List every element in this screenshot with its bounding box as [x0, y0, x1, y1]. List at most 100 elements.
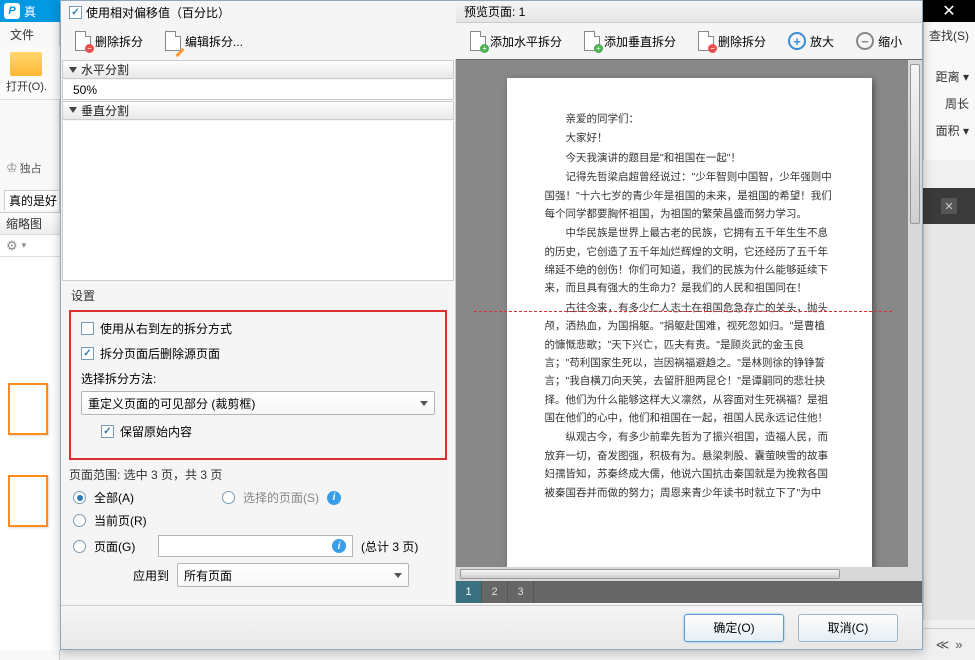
edit-split-button[interactable]: 编辑拆分...	[159, 28, 249, 54]
split-method-combo[interactable]: 重定义页面的可见部分 (裁剪框)	[81, 391, 435, 415]
delete-split-label: 删除拆分	[95, 33, 143, 50]
collapse-icon	[69, 67, 77, 73]
method-label: 选择拆分方法:	[81, 370, 156, 387]
apply-to-value: 所有页面	[184, 567, 232, 584]
folder-icon	[10, 52, 42, 76]
right-item-perimeter[interactable]: 周长	[924, 90, 975, 117]
page-tab-1[interactable]: 1	[456, 581, 482, 603]
radio-pages[interactable]	[73, 540, 86, 553]
split-pages-dialog: ✓ 使用相对偏移值（百分比） − 删除拆分 编辑拆分... 预览页面: 1 + …	[60, 0, 923, 650]
checkbox-rtl[interactable]	[81, 322, 94, 335]
ok-button[interactable]: 确定(O)	[684, 614, 784, 642]
zoom-in-label: 放大	[810, 33, 834, 50]
dialog-footer: 确定(O) 取消(C)	[61, 605, 922, 649]
document-icon: −	[698, 31, 714, 51]
radio-all[interactable]	[73, 491, 86, 504]
horizontal-split-header[interactable]: 水平分割	[62, 60, 454, 79]
radio-current-label: 当前页(R)	[94, 512, 147, 529]
right-item-distance[interactable]: 距离 ▾	[924, 63, 975, 90]
document-tab[interactable]: 真的是好	[4, 190, 60, 210]
thumbnail-panel: 缩略图 ⚙ ▾	[0, 212, 60, 650]
apply-to-label: 应用到	[133, 567, 169, 584]
doc-line: 中华民族是世界上最古老的民族，它拥有五千年生生不息的历史，它创造了五千年灿烂辉煌…	[545, 224, 834, 298]
right-gray-area	[923, 224, 975, 620]
delete-source-row[interactable]: ✓ 拆分页面后删除源页面	[81, 345, 435, 362]
horizontal-scrollbar[interactable]	[456, 567, 922, 581]
delete-split-button-2[interactable]: − 删除拆分	[692, 28, 772, 54]
chevron-down-icon[interactable]: ▾	[22, 240, 27, 251]
thumbnail-1[interactable]	[8, 383, 48, 435]
window-close-button[interactable]: ✕	[923, 0, 975, 22]
chevrons-icon-2[interactable]: »	[955, 637, 962, 652]
info-icon[interactable]: i	[332, 539, 346, 553]
radio-current[interactable]	[73, 514, 86, 527]
h-split-header-label: 水平分割	[81, 61, 129, 78]
add-vertical-split-button[interactable]: + 添加垂直拆分	[578, 28, 682, 54]
app-title-text: 真	[24, 3, 36, 20]
preview-title: 预览页面: 1	[456, 1, 922, 23]
page-tab-3[interactable]: 3	[508, 581, 534, 603]
page-tab-2[interactable]: 2	[482, 581, 508, 603]
delete-source-label: 拆分页面后删除源页面	[100, 345, 220, 362]
delete-split-label-2: 删除拆分	[718, 33, 766, 50]
split-list-empty-area	[62, 121, 454, 281]
collapse-icon	[69, 107, 77, 113]
radio-selected[interactable]	[222, 491, 235, 504]
document-icon: +	[470, 31, 486, 51]
radio-selected-label: 选择的页面(S)	[243, 489, 319, 506]
pages-input[interactable]: i	[158, 535, 353, 557]
right-item-find[interactable]: 查找(S)	[924, 22, 975, 49]
add-horizontal-split-button[interactable]: + 添加水平拆分	[464, 28, 568, 54]
doc-line: 大家好！	[545, 129, 834, 147]
doc-line: 纵观古今，有多少前辈先哲为了振兴祖国，造福人民，而放弃一切，奋发图强，积极有为。…	[545, 428, 834, 502]
keep-original-label: 保留原始内容	[120, 423, 192, 440]
app-logo: P	[4, 3, 20, 19]
add-v-label: 添加垂直拆分	[604, 33, 676, 50]
vertical-scrollbar[interactable]	[908, 60, 922, 567]
page-range-title: 页面范围: 选中 3 页，共 3 页	[69, 466, 447, 483]
preview-viewport[interactable]: 亲爱的同学们： 大家好！ 今天我演讲的题目是"和祖国在一起"！ 记得先哲梁启超曾…	[456, 59, 922, 567]
pages-total-label: (总计 3 页)	[361, 538, 418, 555]
checkbox-delete-source[interactable]: ✓	[81, 347, 94, 360]
right-item-area[interactable]: 面积 ▾	[924, 117, 975, 144]
highlighted-settings-box: 使用从右到左的拆分方式 ✓ 拆分页面后删除源页面 选择拆分方法: 重定义页面的可…	[69, 310, 447, 460]
thumbnail-tools[interactable]: ⚙ ▾	[0, 235, 60, 257]
background-left-panel: P 真 文件 打开(O). ♔ 独占 真的是好 缩略图 ⚙ ▾	[0, 0, 60, 660]
gear-icon[interactable]: ⚙	[6, 238, 18, 254]
zoom-out-button[interactable]: − 缩小	[850, 29, 908, 53]
scroll-thumb[interactable]	[910, 64, 920, 224]
scroll-thumb[interactable]	[460, 569, 840, 579]
doc-line: 今天我演讲的题目是"和祖国在一起"！	[545, 149, 834, 167]
menu-file[interactable]: 文件	[0, 22, 60, 46]
status-bar-fragment: ≪ »	[923, 628, 975, 660]
delete-split-button[interactable]: − 删除拆分	[69, 28, 149, 54]
info-icon[interactable]: i	[327, 491, 341, 505]
thumbnail-2[interactable]	[8, 475, 48, 527]
crown-icon: ♔	[6, 160, 18, 176]
vertical-split-header[interactable]: 垂直分割	[62, 101, 454, 120]
checkbox-relative-offset[interactable]: ✓	[69, 6, 82, 19]
use-relative-offset-row[interactable]: ✓ 使用相对偏移值（百分比）	[61, 1, 456, 23]
zoom-in-button[interactable]: + 放大	[782, 29, 840, 53]
exclusive-mode[interactable]: ♔ 独占	[6, 160, 42, 176]
doc-line: 古往今来，有多少仁人志士在祖国危急存亡的关头，抛头颅，洒热血，为国捐躯。"捐躯赴…	[545, 299, 834, 428]
keep-original-row[interactable]: ✓ 保留原始内容	[101, 423, 435, 440]
chevrons-icon[interactable]: ≪	[936, 637, 950, 653]
right-menu-fragment: 查找(S) 距离 ▾ 周长 面积 ▾	[923, 22, 975, 160]
checkbox-keep-original[interactable]: ✓	[101, 425, 114, 438]
cancel-button[interactable]: 取消(C)	[798, 614, 898, 642]
panel-close-icon[interactable]: ✕	[941, 198, 957, 214]
exclusive-label: 独占	[20, 160, 42, 176]
h-split-value-row[interactable]: 50%	[62, 80, 454, 99]
apply-to-combo[interactable]: 所有页面	[177, 563, 409, 587]
radio-all-label: 全部(A)	[94, 489, 214, 506]
open-button[interactable]: 打开(O).	[6, 52, 47, 94]
zoom-in-icon: +	[788, 32, 806, 50]
rtl-row[interactable]: 使用从右到左的拆分方式	[81, 320, 435, 337]
open-label: 打开(O).	[6, 78, 47, 94]
page-tabs: 1 2 3	[456, 581, 922, 603]
top-right-toolbar: 预览页面: 1 + 添加水平拆分 + 添加垂直拆分 − 删除拆分 + 放大 − …	[456, 1, 922, 59]
v-split-header-label: 垂直分割	[81, 102, 129, 119]
add-h-label: 添加水平拆分	[490, 33, 562, 50]
top-left-toolbar: ✓ 使用相对偏移值（百分比） − 删除拆分 编辑拆分...	[61, 1, 456, 59]
